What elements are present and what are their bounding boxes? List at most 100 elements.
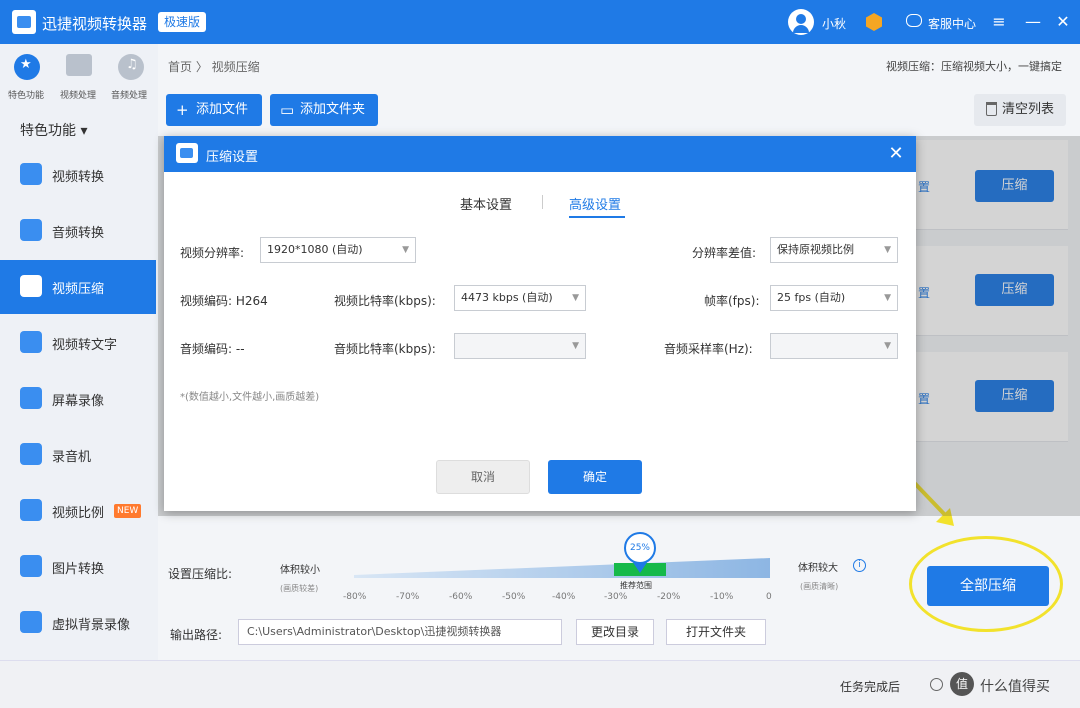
sidebar-item-video-to-text[interactable]: 视频转文字: [0, 316, 156, 370]
smaller-size-sub: (画质较差): [280, 584, 319, 593]
slider-tick: -60%: [449, 592, 473, 602]
minimize-button[interactable]: —: [1020, 8, 1046, 36]
audio-music-icon[interactable]: [118, 54, 144, 80]
output-path-field[interactable]: C:\Users\Administrator\Desktop\迅捷视频转换器: [238, 619, 562, 645]
feature-dropdown[interactable]: 特色功能 ▾: [20, 120, 87, 140]
sample-rate-label: 音频采样率(Hz):: [664, 342, 753, 356]
breadcrumb[interactable]: 首页 〉 视频压缩: [168, 58, 260, 75]
sidebar-item-recorder[interactable]: 录音机: [0, 428, 156, 482]
open-folder-button[interactable]: 打开文件夹: [666, 619, 766, 645]
screen-record-icon: [20, 387, 42, 409]
sidebar-item-label: 录音机: [52, 450, 92, 465]
close-icon[interactable]: ✕: [884, 142, 908, 166]
help-center-link[interactable]: 客服中心: [928, 15, 976, 32]
tab-divider: [542, 195, 543, 209]
chevron-down-icon: ▼: [884, 245, 891, 255]
chevron-down-icon: ▼: [572, 341, 579, 351]
cancel-button[interactable]: 取消: [436, 460, 530, 494]
username[interactable]: 小秋: [822, 15, 846, 32]
sidebar-item-video-compress[interactable]: 视频压缩: [0, 260, 156, 314]
sidebar-item-label: 屏幕录像: [52, 394, 105, 409]
highlight-circle-annotation: [909, 536, 1063, 632]
add-file-label: 添加文件: [196, 102, 249, 117]
sample-rate-select[interactable]: ▼: [770, 333, 898, 359]
sidebar-item-video-convert[interactable]: 视频转换: [0, 148, 156, 202]
slider-tick: 0: [766, 592, 772, 602]
dialog-logo-icon: [176, 143, 198, 163]
close-window-button[interactable]: ✕: [1050, 8, 1076, 36]
recommended-range-label: 推荐范围: [620, 581, 652, 590]
after-task-label[interactable]: 任务完成后: [840, 678, 900, 695]
sidebar-item-image-convert[interactable]: 图片转换: [0, 540, 156, 594]
video-codec-label: 视频编码: H264: [180, 294, 268, 308]
slider-thumb[interactable]: 25%: [624, 532, 656, 564]
sidebar-item-virtual-bg[interactable]: 虚拟背景录像: [0, 596, 156, 650]
user-avatar-icon[interactable]: [788, 9, 814, 35]
resolution-select[interactable]: 1920*1080 (自动) ▼: [260, 237, 416, 263]
video-to-text-icon: [20, 331, 42, 353]
sidebar-item-audio-convert[interactable]: 音频转换: [0, 204, 156, 258]
dialog-title: 压缩设置: [206, 150, 259, 165]
resolution-value: 1920*1080 (自动): [267, 243, 363, 256]
sidebar-item-label: 图片转换: [52, 562, 105, 577]
recorder-icon: [20, 443, 42, 465]
featured-star-icon[interactable]: [14, 54, 40, 80]
chevron-down-icon: ▼: [572, 293, 579, 303]
resolution-diff-label: 分辨率差值:: [692, 246, 757, 260]
mode-tab-video[interactable]: 视频处理: [60, 88, 96, 101]
image-convert-icon: [20, 555, 42, 577]
fps-select[interactable]: 25 fps (自动) ▼: [770, 285, 898, 311]
video-bitrate-select[interactable]: 4473 kbps (自动) ▼: [454, 285, 586, 311]
audio-codec-label: 音频编码: --: [180, 342, 245, 356]
chevron-down-icon: ▼: [884, 293, 891, 303]
video-film-icon[interactable]: [66, 54, 92, 76]
watermark-logo-icon: 值: [950, 672, 974, 696]
add-folder-button[interactable]: ▭ 添加文件夹: [270, 94, 378, 126]
resolution-diff-select[interactable]: 保持原视频比例 ▼: [770, 237, 898, 263]
dialog-header: [164, 136, 916, 172]
larger-size-label: 体积较大: [798, 563, 838, 574]
menu-button[interactable]: ≡: [986, 8, 1012, 36]
virtual-bg-icon: [20, 611, 42, 633]
mode-tab-audio[interactable]: 音频处理: [111, 88, 147, 101]
audio-bitrate-label: 音频比特率(kbps):: [334, 342, 436, 356]
larger-size-sub: (画质清晰): [800, 582, 839, 591]
sidebar-item-label: 虚拟背景录像: [52, 618, 131, 633]
video-bitrate-label: 视频比特率(kbps):: [334, 294, 436, 308]
smaller-size-label: 体积较小: [280, 565, 320, 576]
chat-icon[interactable]: [906, 14, 922, 27]
sidebar-item-label: 视频比例: [52, 506, 105, 521]
slider-tick: -30%: [604, 592, 628, 602]
watermark-text: 什么值得买: [980, 679, 1050, 695]
chevron-down-icon: ▼: [402, 245, 409, 255]
mode-tab-featured[interactable]: 特色功能: [8, 88, 44, 101]
trash-icon: [986, 102, 997, 116]
output-path-label: 输出路径:: [170, 628, 223, 642]
slider-tick: -50%: [502, 592, 526, 602]
power-off-icon[interactable]: [930, 678, 943, 691]
sidebar-item-label: 视频压缩: [52, 282, 105, 297]
sidebar-item-screen-record[interactable]: 屏幕录像: [0, 372, 156, 426]
sidebar-item-label: 视频转换: [52, 170, 105, 185]
tab-basic-settings[interactable]: 基本设置: [460, 194, 512, 213]
page-hint: 视频压缩：压缩视频大小，一键搞定: [886, 60, 1062, 73]
info-icon[interactable]: i: [853, 559, 866, 572]
add-file-button[interactable]: + 添加文件: [166, 94, 262, 126]
active-tab-indicator: [569, 216, 625, 218]
app-logo-icon: [12, 10, 36, 34]
change-directory-button[interactable]: 更改目录: [576, 619, 654, 645]
fps-value: 25 fps (自动): [777, 291, 846, 304]
fps-label: 帧率(fps):: [704, 294, 760, 308]
confirm-button[interactable]: 确定: [548, 460, 642, 494]
resolution-diff-value: 保持原视频比例: [777, 243, 854, 256]
edition-badge: 极速版: [158, 12, 207, 32]
slider-tick: -70%: [396, 592, 420, 602]
audio-bitrate-select[interactable]: ▼: [454, 333, 586, 359]
status-bar: [0, 660, 1080, 708]
video-bitrate-value: 4473 kbps (自动): [461, 291, 553, 304]
tab-advanced-settings[interactable]: 高级设置: [569, 194, 621, 213]
video-convert-icon: [20, 163, 42, 185]
slider-tick: -20%: [657, 592, 681, 602]
video-ratio-icon: [20, 499, 42, 521]
compress-ratio-label: 设置压缩比:: [168, 567, 233, 581]
